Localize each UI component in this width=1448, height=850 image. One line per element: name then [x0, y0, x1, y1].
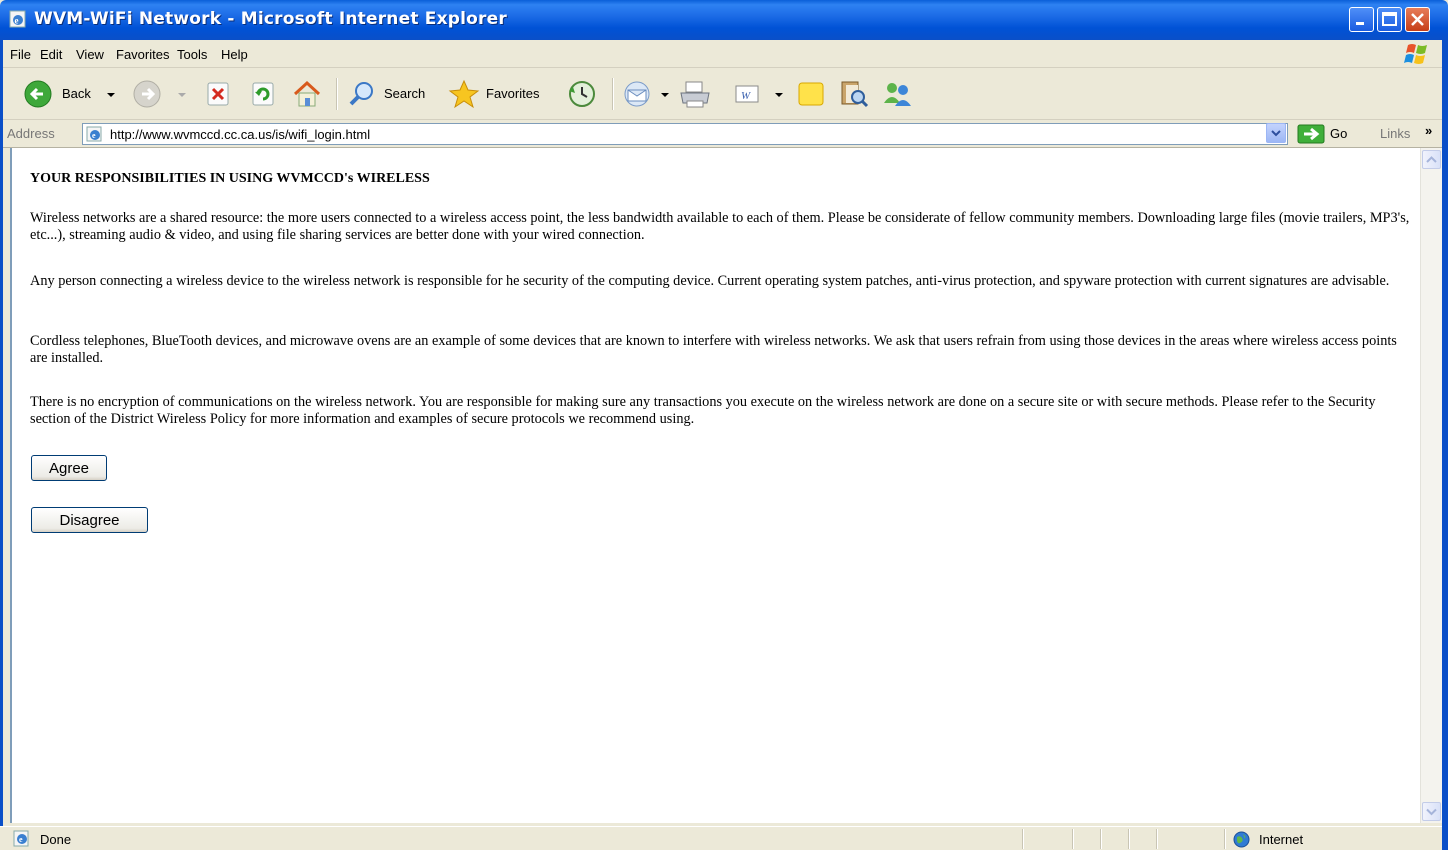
paragraph-security: Any person connecting a wireless device …	[30, 273, 1390, 289]
status-divider	[1128, 829, 1130, 849]
svg-text:e: e	[19, 835, 23, 844]
back-label[interactable]: Back	[62, 86, 91, 101]
favorites-label[interactable]: Favorites	[486, 86, 539, 101]
minimize-icon	[1356, 22, 1364, 25]
paragraph-bandwidth: Wireless networks are a shared resource:…	[30, 210, 1410, 243]
paragraph-interference: Cordless telephones, BlueTooth devices, …	[30, 333, 1397, 366]
window-title: WVM-WiFi Network - Microsoft Internet Ex…	[34, 9, 507, 29]
note-icon[interactable]	[795, 79, 827, 109]
messenger-icon[interactable]	[880, 79, 916, 109]
page-content: YOUR RESPONSIBILITIES IN USING WVMCCD's …	[10, 148, 1420, 823]
status-bar: e Done Internet	[0, 826, 1442, 850]
research-icon[interactable]	[836, 79, 870, 109]
minimize-button[interactable]	[1349, 7, 1374, 32]
svg-text:e: e	[15, 16, 19, 26]
stop-icon[interactable]	[205, 79, 231, 109]
status-divider	[1072, 829, 1074, 849]
links-chevron[interactable]: »	[1425, 123, 1432, 138]
security-zone-label: Internet	[1259, 832, 1304, 847]
svg-text:W: W	[741, 90, 751, 102]
menu-tools[interactable]: Tools	[177, 47, 207, 62]
edit-dropdown-icon[interactable]	[773, 79, 785, 109]
status-divider	[1156, 829, 1158, 849]
page-heading: YOUR RESPONSIBILITIES IN USING WVMCCD's …	[30, 171, 430, 186]
disagree-button[interactable]: Disagree	[31, 507, 148, 533]
refresh-icon[interactable]	[250, 79, 276, 109]
menu-help[interactable]: Help	[221, 47, 248, 62]
scroll-up-button[interactable]	[1422, 150, 1441, 169]
chevron-down-icon	[1426, 808, 1437, 816]
scroll-down-button[interactable]	[1422, 802, 1441, 821]
agree-button[interactable]: Agree	[31, 455, 107, 481]
toolbar: Back Search Favorites W	[0, 68, 1448, 120]
go-arrow-icon[interactable]	[1297, 124, 1327, 144]
mail-icon[interactable]	[622, 79, 656, 109]
address-label: Address	[7, 126, 55, 141]
menu-bar: File Edit View Favorites Tools Help	[0, 40, 1448, 68]
status-divider	[1022, 829, 1024, 849]
go-button[interactable]: Go	[1330, 126, 1347, 141]
address-input[interactable]: e http://www.wvmccd.cc.ca.us/is/wifi_log…	[82, 123, 1288, 145]
status-text: Done	[40, 832, 72, 847]
home-icon[interactable]	[291, 79, 323, 109]
close-icon	[1411, 13, 1424, 26]
menu-file[interactable]: File	[10, 47, 31, 62]
menu-favorites[interactable]: Favorites	[116, 47, 169, 62]
paragraph-encryption: There is no encryption of communications…	[30, 394, 1376, 427]
back-arrow-icon[interactable]	[23, 79, 53, 109]
chevron-up-icon	[1426, 156, 1437, 163]
windows-flag-icon	[1404, 44, 1427, 64]
history-icon[interactable]	[565, 79, 599, 109]
menu-edit[interactable]: Edit	[40, 47, 62, 62]
close-button[interactable]	[1405, 7, 1430, 32]
window-border-right	[1442, 40, 1448, 850]
maximize-button[interactable]	[1377, 7, 1402, 32]
chevron-down-icon	[1271, 130, 1281, 137]
toolbar-separator	[612, 78, 614, 110]
search-icon[interactable]	[346, 79, 378, 109]
ie-page-icon: e	[86, 126, 102, 142]
mail-dropdown-icon[interactable]	[659, 79, 671, 109]
status-divider	[1100, 829, 1102, 849]
menu-view[interactable]: View	[76, 47, 104, 62]
svg-text:e: e	[92, 131, 96, 140]
window-border-left	[0, 40, 3, 850]
internet-globe-icon	[1233, 831, 1250, 848]
word-edit-icon[interactable]: W	[733, 79, 761, 109]
links-label[interactable]: Links	[1380, 126, 1410, 141]
title-bar: e WVM-WiFi Network - Microsoft Internet …	[0, 0, 1448, 40]
status-divider	[1224, 829, 1226, 849]
address-url: http://www.wvmccd.cc.ca.us/is/wifi_login…	[110, 127, 371, 142]
vertical-scrollbar[interactable]	[1420, 148, 1442, 823]
favorites-star-icon[interactable]	[446, 79, 482, 109]
address-bar: Address e http://www.wvmccd.cc.ca.us/is/…	[0, 120, 1448, 148]
address-dropdown-button[interactable]	[1266, 123, 1286, 143]
back-dropdown-icon[interactable]	[104, 79, 118, 109]
ie-page-icon: e	[9, 10, 26, 28]
search-label[interactable]: Search	[384, 86, 425, 101]
print-icon[interactable]	[677, 79, 713, 109]
toolbar-separator	[336, 78, 338, 110]
forward-dropdown-icon[interactable]	[175, 79, 189, 109]
maximize-icon	[1382, 12, 1397, 26]
forward-arrow-icon[interactable]	[132, 79, 162, 109]
ie-page-icon: e	[13, 830, 29, 847]
